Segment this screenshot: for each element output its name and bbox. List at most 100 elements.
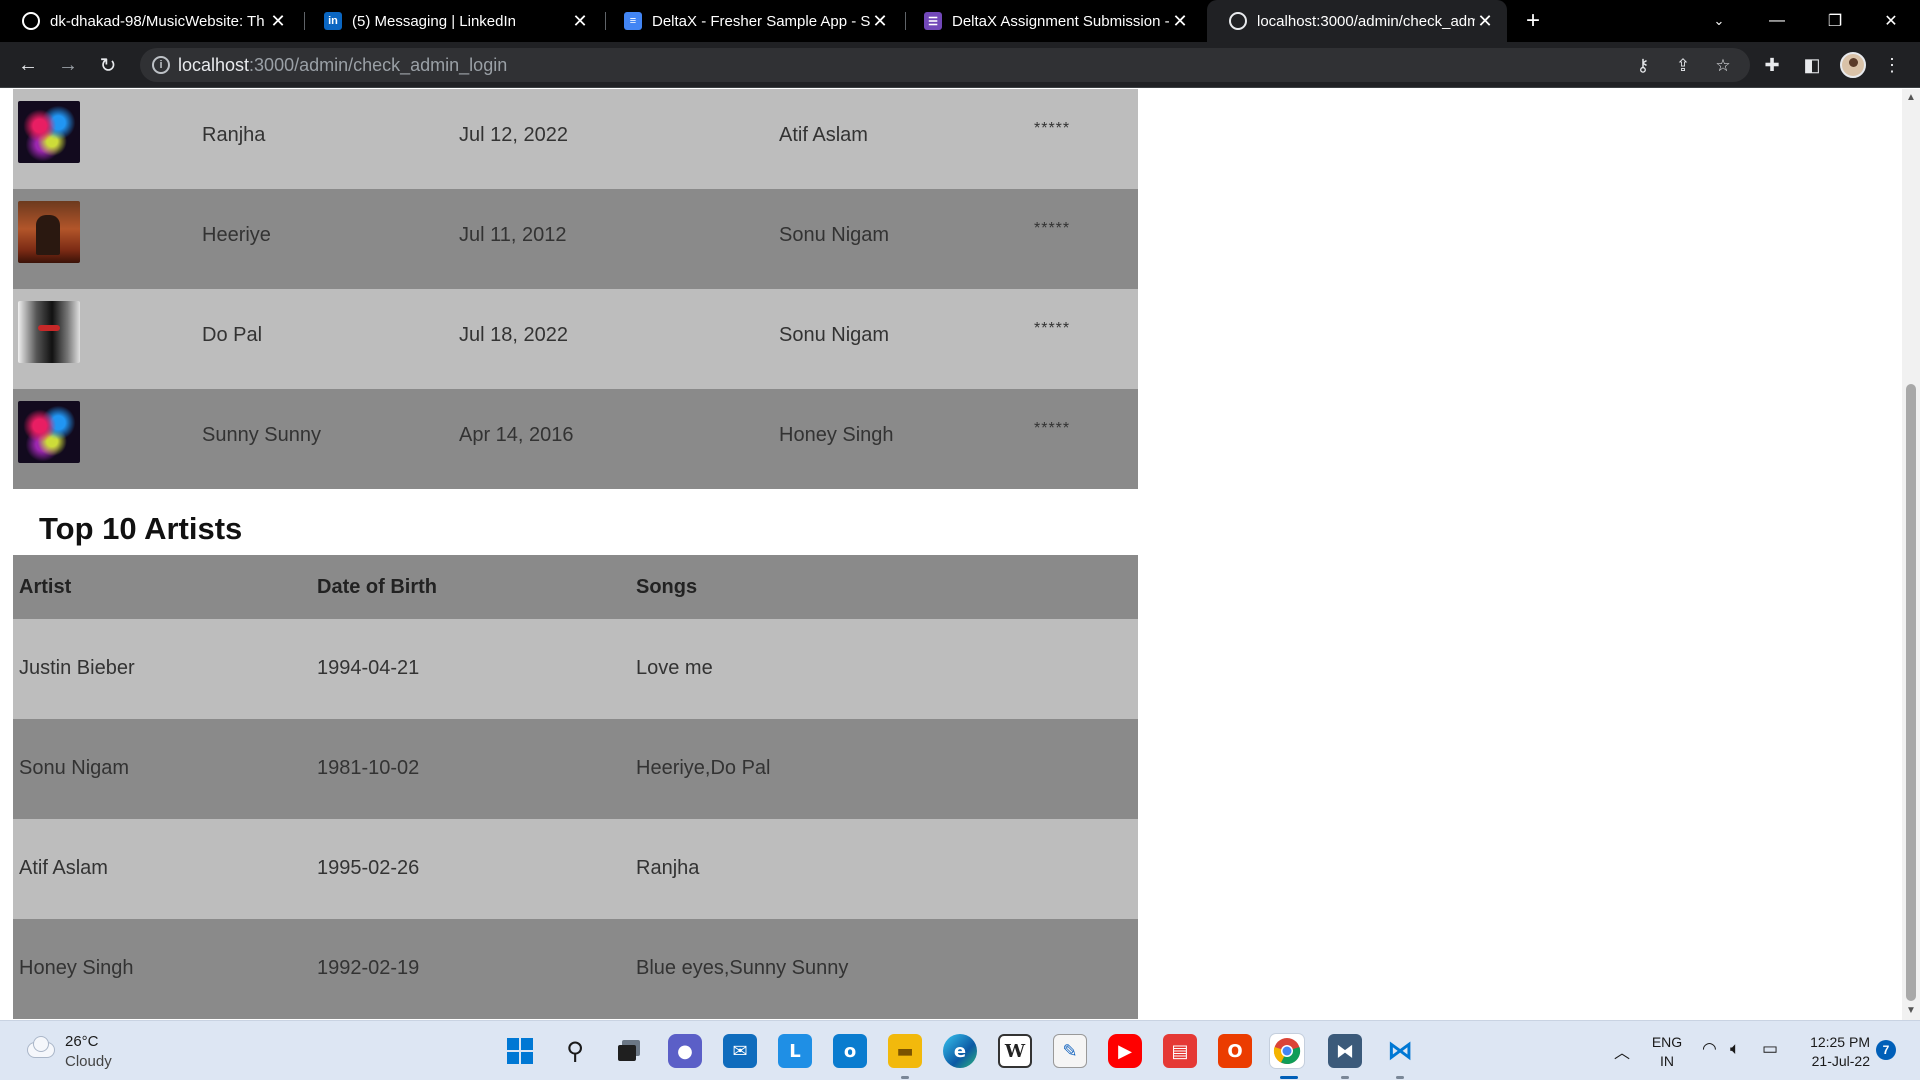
song-cover-image xyxy=(18,201,80,263)
wifi-icon[interactable]: ◠ xyxy=(1702,1039,1717,1059)
scroll-down-arrow-icon[interactable]: ▼ xyxy=(1902,1002,1920,1020)
running-indicator xyxy=(1341,1076,1349,1079)
battery-icon[interactable]: ▭ xyxy=(1762,1039,1778,1059)
artists-table: Artist Date of Birth Songs Justin Bieber… xyxy=(13,555,1138,1019)
artist-songs: Love me xyxy=(636,657,713,679)
reload-button[interactable]: ↻ xyxy=(94,51,122,79)
table-row: Ranjha Jul 12, 2022 Atif Aslam ***** xyxy=(13,89,1138,189)
cloud-icon[interactable] xyxy=(24,1037,56,1059)
close-icon[interactable]: ✕ xyxy=(570,11,590,31)
table-row: Atif Aslam 1995-02-26 Ranjha xyxy=(13,819,1138,919)
active-app-indicator xyxy=(1280,1076,1298,1079)
clock[interactable]: 12:25 PM 21-Jul-22 xyxy=(1800,1033,1870,1071)
paint-icon[interactable]: ✎ xyxy=(1053,1034,1087,1068)
task-view-icon[interactable] xyxy=(613,1034,647,1068)
artist-songs: Heeriye,Do Pal xyxy=(636,757,771,779)
notification-badge[interactable]: 7 xyxy=(1876,1040,1896,1060)
running-indicator xyxy=(1396,1076,1404,1079)
song-cover-image xyxy=(18,401,80,463)
share-icon[interactable]: ⇪ xyxy=(1672,55,1694,77)
site-info-icon[interactable]: i xyxy=(152,56,170,74)
close-icon[interactable]: ✕ xyxy=(268,11,288,31)
tab-linkedin[interactable]: in (5) Messaging | LinkedIn ✕ xyxy=(302,0,602,42)
teams-chat-icon[interactable]: ● xyxy=(668,1034,702,1068)
song-release-date: Jul 18, 2022 xyxy=(459,324,568,346)
weather-condition[interactable]: Cloudy xyxy=(65,1053,112,1070)
browser-toolbar: ← → ↻ i localhost:3000/admin/check_admin… xyxy=(0,42,1920,88)
menu-icon[interactable]: ⋮ xyxy=(1880,53,1904,77)
vscode-icon[interactable]: ⋈ xyxy=(1383,1034,1417,1068)
l-app-icon[interactable]: L xyxy=(778,1034,812,1068)
chrome-icon[interactable] xyxy=(1270,1034,1304,1068)
tab-title: DeltaX - Fresher Sample App - Sp xyxy=(652,12,870,30)
restore-button[interactable]: ❐ xyxy=(1806,0,1864,42)
tab-title: dk-dhakad-98/MusicWebsite: Th xyxy=(50,12,265,30)
column-header-songs: Songs xyxy=(636,576,698,598)
close-window-button[interactable]: ✕ xyxy=(1862,0,1920,42)
show-hidden-icons-chevron-icon[interactable]: ︿ xyxy=(1614,1039,1630,1063)
close-icon[interactable]: ✕ xyxy=(1170,11,1190,31)
songs-table: Ranjha Jul 12, 2022 Atif Aslam ***** Hee… xyxy=(13,89,1138,489)
song-name: Ranjha xyxy=(202,124,266,146)
side-panel-icon[interactable]: ◧ xyxy=(1800,53,1824,77)
browser-tab-strip: dk-dhakad-98/MusicWebsite: Th ✕ in (5) M… xyxy=(0,0,1920,42)
search-icon[interactable]: ⚲ xyxy=(558,1034,592,1068)
mysql-workbench-icon[interactable]: ⧓ xyxy=(1328,1034,1362,1068)
song-release-date: Jul 12, 2022 xyxy=(459,124,568,146)
mail-icon[interactable]: ✉ xyxy=(723,1034,757,1068)
page-viewport: Ranjha Jul 12, 2022 Atif Aslam ***** Hee… xyxy=(0,89,1902,1020)
tab-github[interactable]: dk-dhakad-98/MusicWebsite: Th ✕ xyxy=(0,0,300,42)
weather-temperature[interactable]: 26°C xyxy=(65,1033,99,1050)
song-cover-image xyxy=(18,101,80,163)
volume-icon[interactable]: 🔈︎ xyxy=(1730,1039,1740,1059)
scroll-up-arrow-icon[interactable]: ▲ xyxy=(1902,89,1920,107)
tab-search-icon[interactable]: ⌄ xyxy=(1690,0,1748,42)
news-icon[interactable]: ▤ xyxy=(1163,1034,1197,1068)
column-header-artist: Artist xyxy=(19,576,72,598)
tab-title: DeltaX Assignment Submission - xyxy=(952,12,1170,30)
artist-name: Justin Bieber xyxy=(19,657,135,679)
table-row: Do Pal Jul 18, 2022 Sonu Nigam ***** xyxy=(13,289,1138,389)
tab-title: localhost:3000/admin/check_adm xyxy=(1257,12,1475,30)
tab-deltax-sample-app[interactable]: ≡ DeltaX - Fresher Sample App - Sp ✕ xyxy=(602,0,902,42)
forward-button[interactable]: → xyxy=(54,51,82,79)
globe-icon xyxy=(1229,12,1247,30)
scrollbar-thumb[interactable] xyxy=(1906,384,1916,1001)
outlook-icon[interactable]: o xyxy=(833,1034,867,1068)
tab-title: (5) Messaging | LinkedIn xyxy=(352,12,516,30)
vertical-scrollbar[interactable]: ▲ ▼ xyxy=(1902,89,1920,1020)
youtube-icon[interactable]: ▶ xyxy=(1108,1034,1142,1068)
wikipedia-icon[interactable]: W xyxy=(998,1034,1032,1068)
artist-dob: 1994-04-21 xyxy=(317,657,420,679)
close-icon[interactable]: ✕ xyxy=(1475,11,1495,31)
windows-start-icon[interactable] xyxy=(503,1034,537,1068)
column-header-dob: Date of Birth xyxy=(317,576,437,598)
song-name: Sunny Sunny xyxy=(202,424,321,446)
back-button[interactable]: ← xyxy=(14,51,42,79)
song-name: Do Pal xyxy=(202,324,263,346)
song-artist: Sonu Nigam xyxy=(779,324,890,346)
tab-localhost[interactable]: localhost:3000/admin/check_adm ✕ xyxy=(1207,0,1507,42)
edge-browser-icon[interactable]: e xyxy=(943,1034,977,1068)
close-icon[interactable]: ✕ xyxy=(870,11,890,31)
minimize-button[interactable]: — xyxy=(1748,0,1806,42)
file-explorer-icon[interactable]: ▬ xyxy=(888,1034,922,1068)
song-artist: Sonu Nigam xyxy=(779,224,890,246)
song-rating: ***** xyxy=(1034,120,1071,137)
input-language-indicator[interactable]: ENG IN xyxy=(1650,1033,1684,1071)
song-rating: ***** xyxy=(1034,420,1071,437)
extensions-icon[interactable]: ✚ xyxy=(1760,53,1784,77)
song-rating: ***** xyxy=(1034,320,1071,337)
key-icon[interactable]: ⚷ xyxy=(1632,55,1654,77)
new-tab-button[interactable]: + xyxy=(1520,8,1546,34)
table-row: Sonu Nigam 1981-10-02 Heeriye,Do Pal xyxy=(13,719,1138,819)
bookmark-star-icon[interactable]: ☆ xyxy=(1712,55,1734,77)
url-text[interactable]: localhost:3000/admin/check_admin_login xyxy=(178,55,507,76)
office-icon[interactable]: O xyxy=(1218,1034,1252,1068)
profile-avatar[interactable] xyxy=(1840,52,1866,78)
artist-dob: 1992-02-19 xyxy=(317,957,420,979)
tab-deltax-submission[interactable]: ☰ DeltaX Assignment Submission - ✕ xyxy=(902,0,1202,42)
address-bar[interactable]: i localhost:3000/admin/check_admin_login… xyxy=(140,48,1750,82)
table-row: Honey Singh 1992-02-19 Blue eyes,Sunny S… xyxy=(13,919,1138,1019)
song-artist: Atif Aslam xyxy=(779,124,868,146)
